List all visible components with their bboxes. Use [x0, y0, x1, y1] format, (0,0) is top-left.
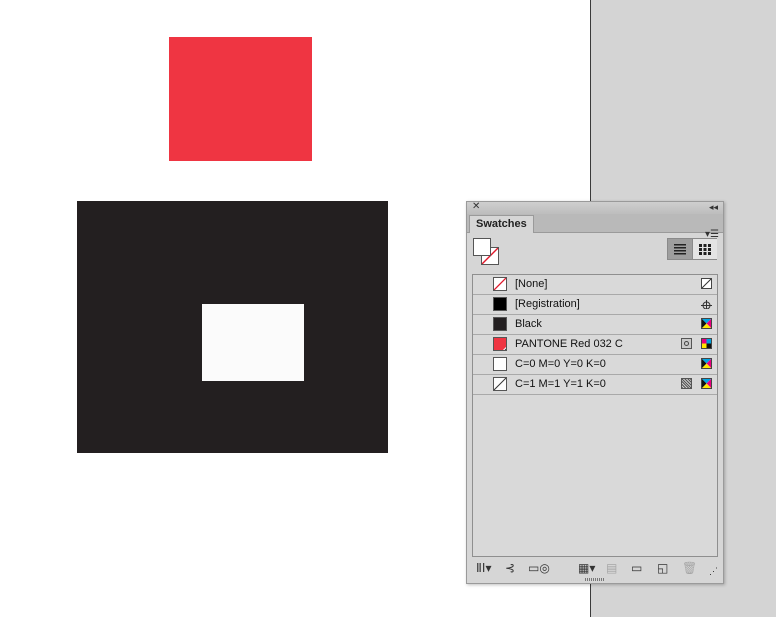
- white-rectangle[interactable]: [202, 304, 304, 381]
- fill-stroke-proxy[interactable]: [473, 238, 503, 268]
- show-all-swatches-icon[interactable]: ⊰: [505, 561, 515, 575]
- swatch-row-registration[interactable]: [Registration]: [473, 295, 717, 315]
- new-swatch-icon[interactable]: ◱: [657, 561, 668, 575]
- list-view-icon[interactable]: [668, 239, 692, 259]
- swatch-row-pantone-red[interactable]: PANTONE Red 032 C: [473, 335, 717, 355]
- swatch-name: [Registration]: [515, 298, 580, 310]
- close-icon[interactable]: ✕: [472, 201, 480, 213]
- swatch-row-none[interactable]: [None]: [473, 275, 717, 295]
- swatch-name: C=0 M=0 Y=0 K=0: [515, 358, 606, 370]
- panel-tab-strip: Swatches ▾☰: [467, 214, 723, 240]
- grid-view-icon[interactable]: [692, 239, 717, 259]
- none-swatch-chip: [493, 277, 507, 291]
- process-color-icon: [681, 378, 692, 389]
- view-toggle: [667, 238, 717, 260]
- registration-icon: [701, 298, 712, 309]
- paper-swatch-chip: [493, 357, 507, 371]
- red-rectangle[interactable]: [169, 37, 312, 161]
- cmyk-icon: [701, 378, 712, 389]
- fill-swatch[interactable]: [473, 238, 491, 256]
- swatch-list: [None] [Registration] Black PANTONE Red …: [472, 274, 718, 557]
- swatch-library-icon[interactable]: ⅡⅠ▾: [476, 561, 491, 575]
- show-color-swatches-icon[interactable]: ▭◎: [528, 561, 550, 575]
- swatch-row-black[interactable]: Black: [473, 315, 717, 335]
- resize-grip-icon[interactable]: ⋰: [709, 564, 718, 578]
- none-icon: [701, 278, 712, 289]
- cmyk-icon: [701, 358, 712, 369]
- swatch-row-paper[interactable]: C=0 M=0 Y=0 K=0: [473, 355, 717, 375]
- c1m1y1k0-swatch-chip: [493, 377, 507, 391]
- cmyk-icon: [701, 338, 712, 349]
- new-group-folder-icon[interactable]: ▭: [631, 561, 642, 575]
- tab-swatches[interactable]: Swatches: [469, 215, 534, 233]
- delete-swatch-icon[interactable]: 🗑: [682, 561, 697, 575]
- show-gradient-swatches-icon[interactable]: ▦▾: [578, 561, 595, 575]
- spot-color-icon: [681, 338, 692, 349]
- swatches-panel: ✕ ◂◂ Swatches ▾☰ [None] [Registration] B…: [466, 201, 724, 584]
- panel-bottom-toolbar: ⅡⅠ▾ ⊰ ▭◎ ▦▾ ▤ ▭ ◱ 🗑 ⋰: [467, 559, 723, 577]
- black-swatch-chip: [493, 317, 507, 331]
- swatch-name: [None]: [515, 278, 548, 290]
- swatch-row-c1m1y1k0[interactable]: C=1 M=1 Y=1 K=0: [473, 375, 717, 395]
- registration-swatch-chip: [493, 297, 507, 311]
- panel-drag-grip[interactable]: [585, 578, 605, 581]
- swatch-name: Black: [515, 318, 542, 330]
- swatch-name: PANTONE Red 032 C: [515, 338, 623, 350]
- new-color-group-icon[interactable]: ▤: [606, 561, 617, 575]
- double-chevron-left-icon[interactable]: ◂◂: [709, 201, 718, 213]
- pantone-red-swatch-chip: [493, 337, 507, 351]
- swatch-name: C=1 M=1 Y=1 K=0: [515, 378, 606, 390]
- cmyk-icon: [701, 318, 712, 329]
